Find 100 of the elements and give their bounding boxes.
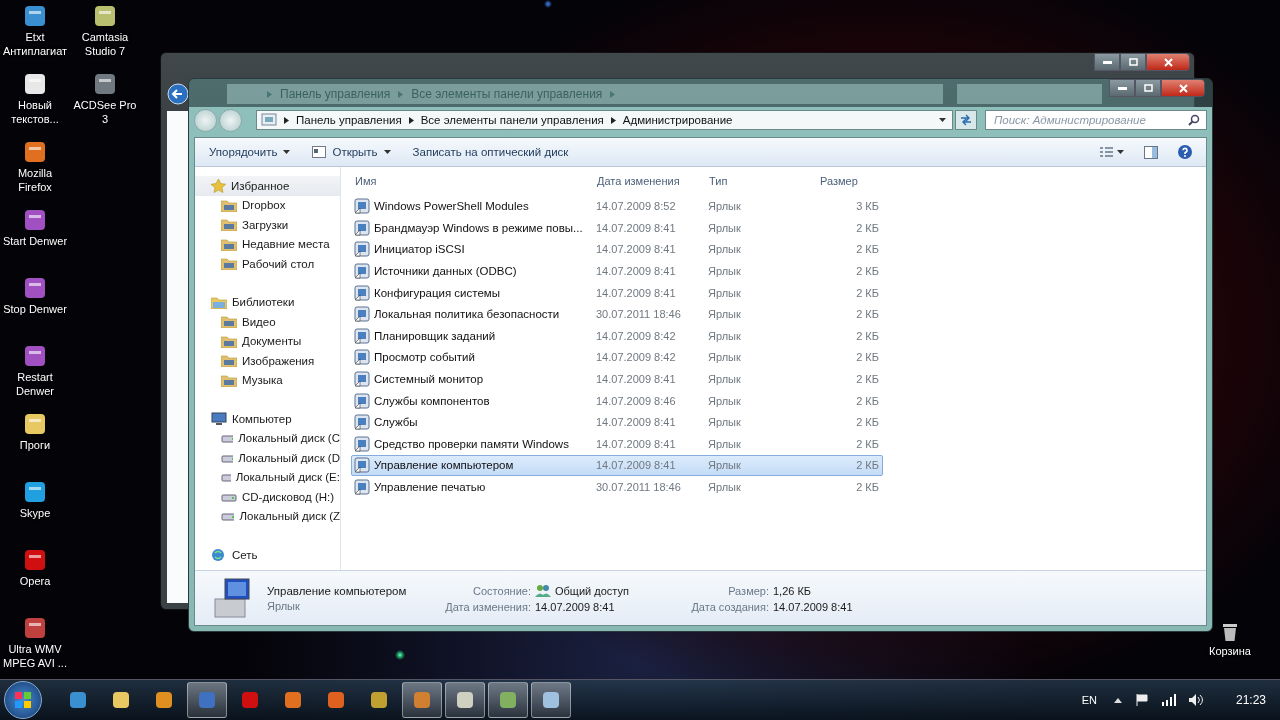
address-bar[interactable]: Панель управления Все элементы панели управления Администрирование: [256, 110, 953, 130]
file-row[interactable]: Конфигурация системы 14.07.2009 8:41 Ярлык 2 КБ: [351, 282, 883, 303]
app-icon[interactable]: [23, 72, 47, 96]
file-row[interactable]: Управление печатью 30.07.2011 18:46 Ярлык 2 КБ: [351, 476, 883, 498]
sidebar-item[interactable]: Локальный диск (E:: [195, 467, 340, 487]
sidebar-item[interactable]: Локальный диск (Z: [195, 506, 340, 526]
clock[interactable]: 21:23: [1235, 693, 1266, 707]
sidebar-group[interactable]: Сеть: [195, 545, 340, 565]
app-icon[interactable]: [23, 208, 47, 232]
date-cell-text: 14.07.2009 8:41: [595, 286, 677, 299]
field-label: Состояние:: [472, 584, 531, 597]
file-row[interactable]: Системный монитор 14.07.2009 8:41 Ярлык 2 КБ: [351, 368, 883, 390]
trash-icon[interactable]: [1221, 622, 1239, 642]
file-name: Локальная политика безопасности: [374, 308, 560, 321]
caret-icon[interactable]: [939, 118, 946, 122]
app-icon[interactable]: [23, 4, 47, 28]
caret-up-icon[interactable]: [1113, 697, 1122, 703]
sidebar-item[interactable]: Документы: [195, 331, 340, 351]
sidebar-item[interactable]: Музыка: [195, 370, 340, 390]
file-row[interactable]: Службы компонентов 14.07.2009 8:46 Ярлык 2 КБ: [351, 390, 883, 411]
file-row[interactable]: Службы 14.07.2009 8:41 Ярлык 2 КБ: [351, 411, 883, 433]
sidebar-group[interactable]: Библиотеки: [195, 292, 340, 312]
toolbar-button[interactable]: Открыть: [304, 143, 401, 161]
start-button[interactable]: [4, 681, 42, 719]
minimize-button[interactable]: [1109, 79, 1135, 97]
column-header[interactable]: Тип: [707, 174, 818, 187]
toolbar-button[interactable]: Записать на оптический диск: [404, 143, 579, 161]
close-button[interactable]: [1161, 79, 1205, 97]
file-row[interactable]: Локальная политика безопасности 30.07.2011 18:46 Ярлык 2 КБ: [351, 303, 883, 325]
file-name: Просмотр событий: [374, 351, 475, 364]
sidebar-item[interactable]: Рабочий стол: [195, 254, 340, 274]
shortcut-label[interactable]: Restart Denwer: [0, 370, 70, 398]
file-row[interactable]: Планировщик заданий 14.07.2009 8:42 Ярлык 2 КБ: [351, 325, 883, 347]
shortcut-label[interactable]: ACDSee Pro 3: [70, 98, 140, 126]
app-icon[interactable]: [23, 276, 47, 300]
shortcut-label[interactable]: Новый текстов...: [0, 98, 70, 126]
file-row[interactable]: Источники данных (ODBC) 14.07.2009 8:41 Ярлык 2 КБ: [351, 260, 883, 282]
breadcrumb-link[interactable]: Все элементы панели управления: [420, 114, 604, 126]
shortcut-label[interactable]: Stop Denwer: [3, 302, 67, 316]
shortcut-label[interactable]: Mozilla Firefox: [0, 166, 70, 194]
breadcrumb-link[interactable]: Панель управления: [296, 114, 402, 126]
column-header[interactable]: Дата изменения: [595, 174, 707, 187]
taskbar-button[interactable]: [187, 682, 227, 718]
file-row[interactable]: Средство проверки памяти Windows 14.07.2009 8:41 Ярлык 2 КБ: [351, 433, 883, 455]
sidebar-item[interactable]: Локальный диск (C: [195, 428, 340, 448]
file-row[interactable]: Управление компьютером 14.07.2009 8:41 Ярлык 2 КБ: [351, 455, 883, 476]
file-row[interactable]: Брандмауэр Windows в режиме повы... 14.07.2009 8:41 Ярлык 2 КБ: [351, 217, 883, 239]
sidebar-group[interactable]: Избранное: [195, 176, 340, 196]
size-cell-text: 2 КБ: [855, 221, 879, 234]
app-icon[interactable]: [23, 616, 47, 640]
file-row[interactable]: Просмотр событий 14.07.2009 8:42 Ярлык 2 КБ: [351, 347, 883, 368]
shortcut-label[interactable]: Camtasia Studio 7: [70, 30, 140, 58]
breadcrumb-link[interactable]: Администрирование: [622, 114, 733, 126]
sidebar-item[interactable]: Недавние места: [195, 234, 340, 254]
shortcut-label[interactable]: Ultra WMV MPEG AVI ...: [0, 642, 70, 670]
app-icon[interactable]: [23, 480, 47, 504]
shortcut-label[interactable]: Проги: [19, 438, 51, 452]
taskbar-button[interactable]: [531, 682, 571, 718]
shortcut-label[interactable]: Opera: [19, 574, 51, 588]
app-icon[interactable]: [93, 4, 117, 28]
shortcut-label[interactable]: Корзина: [1209, 644, 1251, 658]
app-icon[interactable]: [23, 412, 47, 436]
toolbar-button[interactable]: Упорядочить: [201, 143, 301, 161]
app-icon: [198, 691, 216, 709]
app-icon[interactable]: [93, 72, 117, 96]
file-row[interactable]: Инициатор iSCSI 14.07.2009 8:41 Ярлык 2 КБ: [351, 239, 883, 260]
sidebar-item[interactable]: CD-дисковод (H:): [195, 487, 340, 507]
app-icon[interactable]: [23, 140, 47, 164]
speaker-icon[interactable]: [1188, 694, 1203, 706]
search-field[interactable]: Поиск: Администрирование: [985, 110, 1207, 130]
close-button[interactable]: [1146, 53, 1190, 71]
column-header[interactable]: Размер: [818, 174, 880, 187]
file-row[interactable]: Windows PowerShell Modules 14.07.2009 8:52 Ярлык 3 КБ: [351, 196, 883, 217]
shortcut-label[interactable]: Skype: [19, 506, 51, 520]
taskbar-button[interactable]: [402, 682, 442, 718]
maximize-button[interactable]: [1120, 53, 1146, 71]
taskbar-button[interactable]: [488, 682, 528, 718]
sidebar-item[interactable]: Загрузки: [195, 215, 340, 235]
sidebar-group[interactable]: Компьютер: [195, 409, 340, 429]
column-header[interactable]: Имя: [353, 174, 595, 187]
sidebar-item[interactable]: Изображения: [195, 351, 340, 371]
size-cell-text: 2 КБ: [855, 481, 879, 493]
window-icon: [312, 146, 327, 158]
shortcut-label[interactable]: Start Denwer: [2, 234, 68, 248]
shortcut-label[interactable]: Etxt Антиплагиат: [0, 30, 70, 58]
users-icon: [535, 583, 551, 598]
app-icon[interactable]: [23, 344, 47, 368]
network-icon: [211, 547, 227, 562]
maximize-button[interactable]: [1135, 79, 1161, 97]
app-icon[interactable]: [23, 548, 47, 572]
type-cell-text: Ярлык: [707, 481, 742, 493]
sidebar-item[interactable]: Dropbox: [195, 195, 340, 215]
signal-bars-icon[interactable]: [1161, 694, 1176, 706]
taskbar-button[interactable]: [445, 682, 485, 718]
sidebar-item[interactable]: Видео: [195, 312, 340, 332]
sidebar-item[interactable]: Локальный диск (D: [195, 448, 340, 468]
refresh-button[interactable]: [955, 110, 977, 130]
language-indicator[interactable]: EN: [1081, 694, 1097, 706]
flag-icon[interactable]: [1134, 694, 1149, 706]
minimize-button[interactable]: [1094, 53, 1120, 71]
